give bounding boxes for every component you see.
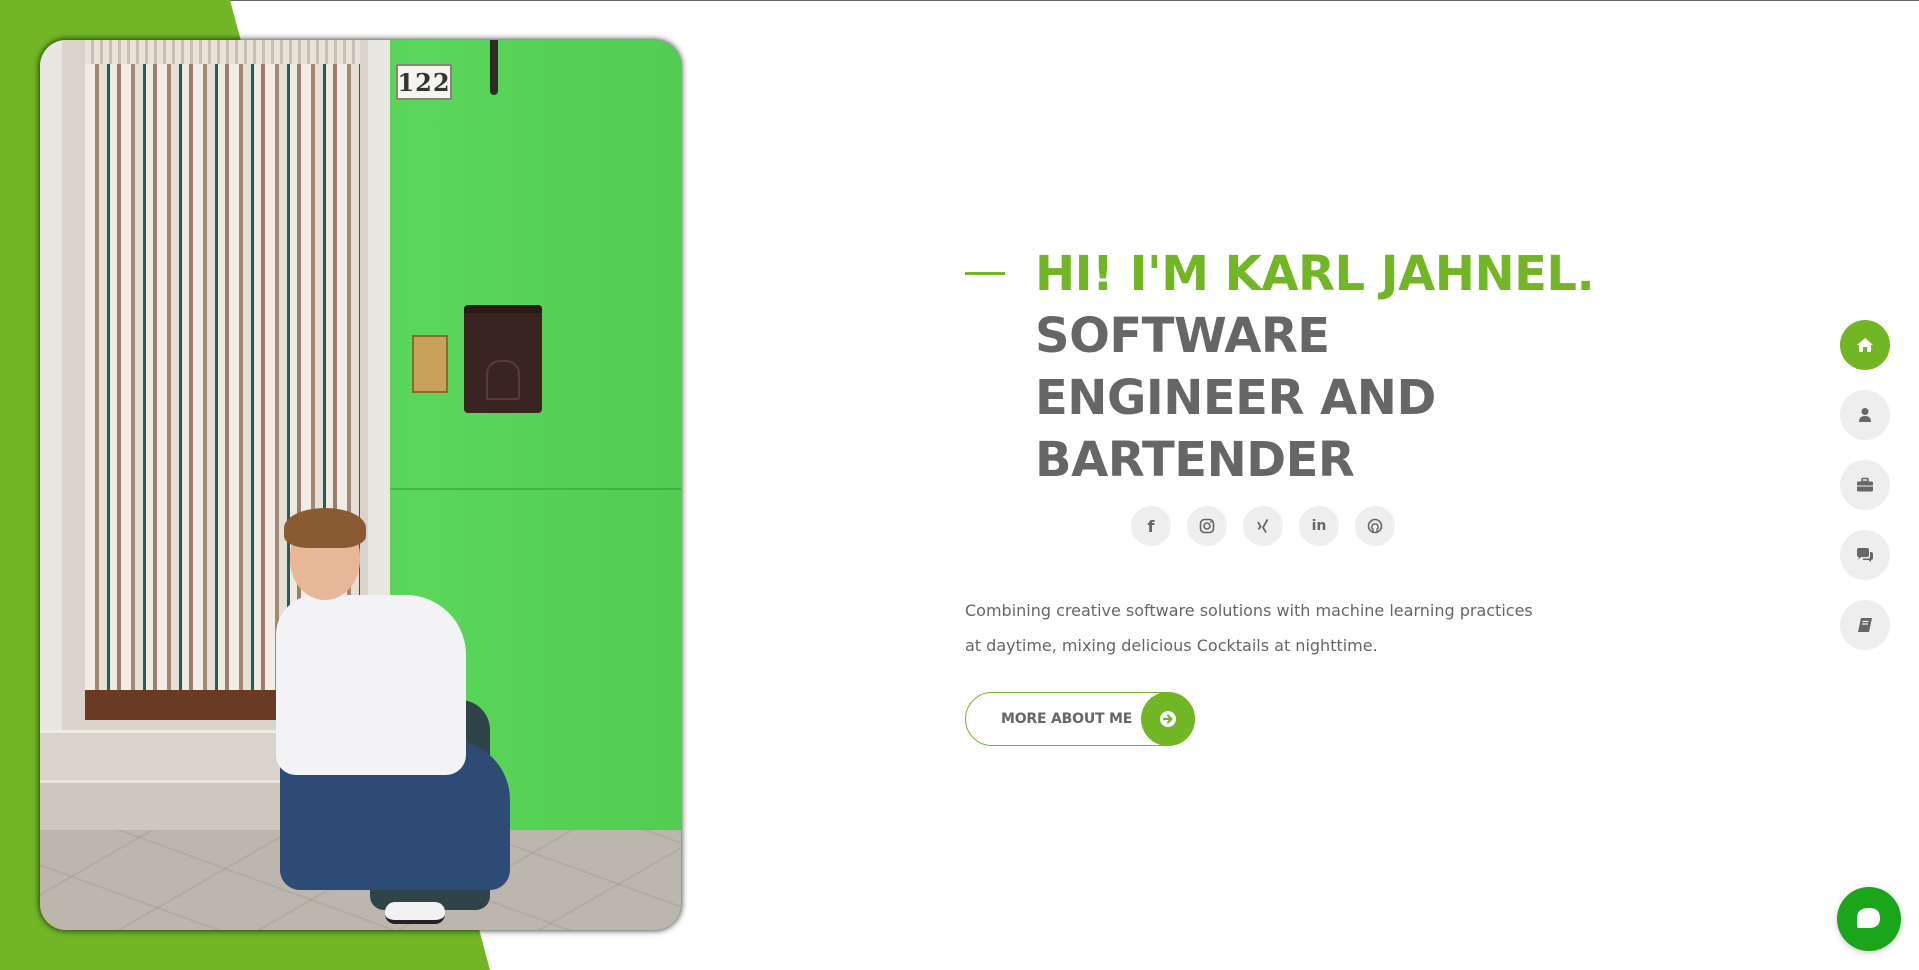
hero-role-line-1: SOFTWARE [1035, 308, 1330, 364]
instagram-link[interactable] [1187, 506, 1227, 546]
hero-role-line-2: ENGINEER AND [1035, 370, 1436, 426]
nav-contact[interactable] [1840, 530, 1890, 580]
instagram-icon [1199, 518, 1215, 534]
github-link[interactable] [1355, 506, 1395, 546]
nav-home[interactable] [1840, 320, 1890, 370]
arrow-right-icon [1141, 692, 1195, 746]
side-navigation [1840, 320, 1890, 650]
hero-title: HI! I'M KARL JAHNEL. SOFTWARE ENGINEER A… [1035, 243, 1595, 491]
chat-widget-button[interactable] [1837, 887, 1901, 951]
linkedin-link[interactable]: in [1299, 506, 1339, 546]
nav-blog[interactable] [1840, 600, 1890, 650]
comments-icon [1857, 548, 1873, 562]
more-about-me-button[interactable]: MORE ABOUT ME [965, 692, 1195, 746]
briefcase-icon [1857, 477, 1873, 492]
more-about-me-label: MORE ABOUT ME [1001, 711, 1133, 727]
nav-portfolio[interactable] [1840, 460, 1890, 510]
house-number-sign: 122 [396, 64, 452, 100]
book-icon [1858, 618, 1872, 632]
title-dash [965, 272, 1005, 275]
linkedin-icon: in [1311, 518, 1327, 534]
hero-greeting: HI! I'M KARL JAHNEL. [1035, 246, 1595, 302]
facebook-icon: f [1147, 516, 1155, 536]
hero-description: Combining creative software solutions wi… [965, 601, 1533, 655]
xing-icon [1257, 519, 1269, 533]
user-icon [1859, 408, 1871, 422]
github-icon [1367, 518, 1383, 534]
xing-link[interactable] [1243, 506, 1283, 546]
social-links: f in [1131, 506, 1395, 546]
nav-about[interactable] [1840, 390, 1890, 440]
facebook-link[interactable]: f [1131, 506, 1171, 546]
profile-photo: 122 [40, 40, 681, 930]
home-icon [1857, 338, 1873, 352]
chat-bubble-icon [1857, 908, 1880, 928]
hero-role-line-3: BARTENDER [1035, 432, 1355, 488]
top-border [0, 0, 1919, 1]
